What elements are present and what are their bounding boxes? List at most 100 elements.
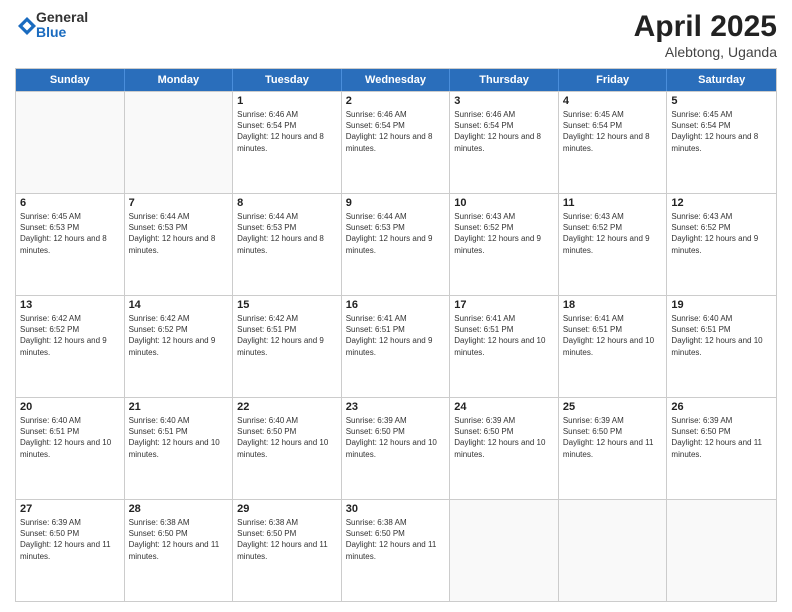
calendar-cell: 3 Sunrise: 6:46 AM Sunset: 6:54 PM Daylig… [450, 92, 559, 193]
logo-general-text: General [36, 10, 88, 25]
day-number: 20 [20, 401, 120, 413]
calendar-cell [16, 92, 125, 193]
calendar-cell: 30 Sunrise: 6:38 AM Sunset: 6:50 PM Dayli… [342, 500, 451, 601]
calendar-cell: 21 Sunrise: 6:40 AM Sunset: 6:51 PM Dayli… [125, 398, 234, 499]
day-number: 16 [346, 299, 446, 311]
sun-info: Sunrise: 6:41 AM Sunset: 6:51 PM Dayligh… [346, 313, 446, 358]
calendar-cell: 26 Sunrise: 6:39 AM Sunset: 6:50 PM Dayli… [667, 398, 776, 499]
calendar-cell: 17 Sunrise: 6:41 AM Sunset: 6:51 PM Dayli… [450, 296, 559, 397]
month-title: April 2025 [634, 10, 777, 44]
calendar-cell: 13Sunrise: 6:42 AM Sunset: 6:52 PM Dayli… [16, 296, 125, 397]
calendar-cell: 8 Sunrise: 6:44 AM Sunset: 6:53 PM Daylig… [233, 194, 342, 295]
sun-info: Sunrise: 6:46 AM Sunset: 6:54 PM Dayligh… [237, 109, 337, 154]
calendar-cell [667, 500, 776, 601]
sun-info: Sunrise: 6:43 AM Sunset: 6:52 PM Dayligh… [671, 211, 772, 256]
day-number: 18 [563, 299, 663, 311]
day-number: 12 [671, 197, 772, 209]
calendar-cell: 11Sunrise: 6:43 AM Sunset: 6:52 PM Dayli… [559, 194, 668, 295]
day-number: 21 [129, 401, 229, 413]
header-day-tuesday: Tuesday [233, 69, 342, 91]
sun-info: Sunrise: 6:40 AM Sunset: 6:51 PM Dayligh… [671, 313, 772, 358]
day-number: 15 [237, 299, 337, 311]
calendar: SundayMondayTuesdayWednesdayThursdayFrid… [15, 68, 777, 602]
calendar-cell: 15 Sunrise: 6:42 AM Sunset: 6:51 PM Dayli… [233, 296, 342, 397]
header-day-thursday: Thursday [450, 69, 559, 91]
calendar-cell: 4Sunrise: 6:45 AM Sunset: 6:54 PM Daylig… [559, 92, 668, 193]
page: General Blue April 2025 Alebtong, Uganda… [0, 0, 792, 612]
sun-info: Sunrise: 6:41 AM Sunset: 6:51 PM Dayligh… [454, 313, 554, 358]
sun-info: Sunrise: 6:41 AM Sunset: 6:51 PM Dayligh… [563, 313, 663, 358]
sun-info: Sunrise: 6:40 AM Sunset: 6:51 PM Dayligh… [129, 415, 229, 460]
day-number: 3 [454, 95, 554, 107]
calendar-cell: 29 Sunrise: 6:38 AM Sunset: 6:50 PM Dayli… [233, 500, 342, 601]
sun-info: Sunrise: 6:38 AM Sunset: 6:50 PM Dayligh… [129, 517, 229, 562]
calendar-week-5: 27Sunrise: 6:39 AM Sunset: 6:50 PM Dayli… [16, 499, 776, 601]
calendar-cell: 18 Sunrise: 6:41 AM Sunset: 6:51 PM Dayli… [559, 296, 668, 397]
day-number: 1 [237, 95, 337, 107]
sun-info: Sunrise: 6:45 AM Sunset: 6:54 PM Dayligh… [671, 109, 772, 154]
day-number: 13 [20, 299, 120, 311]
calendar-week-3: 13 Sunrise: 6:42 AM Sunset: 6:52 PM Dayli… [16, 295, 776, 397]
sun-info: Sunrise: 6:40 AM Sunset: 6:51 PM Dayligh… [20, 415, 120, 460]
calendar-body: 1 Sunrise: 6:46 AM Sunset: 6:54 PM Daylig… [16, 91, 776, 601]
day-number: 23 [346, 401, 446, 413]
day-number: 7 [129, 197, 229, 209]
day-number: 14 [129, 299, 229, 311]
day-number: 29 [237, 503, 337, 515]
sun-info: Sunrise: 6:46 AM Sunset: 6:54 PM Dayligh… [454, 109, 554, 154]
header: General Blue April 2025 Alebtong, Uganda [15, 10, 777, 60]
calendar-cell [559, 500, 668, 601]
calendar-cell: 20 Sunrise: 6:40 AM Sunset: 6:51 PM Dayli… [16, 398, 125, 499]
day-number: 8 [237, 197, 337, 209]
header-day-saturday: Saturday [667, 69, 776, 91]
location-title: Alebtong, Uganda [634, 44, 777, 60]
calendar-cell: 6 Sunrise: 6:45 AM Sunset: 6:53 PM Daylig… [16, 194, 125, 295]
day-number: 5 [671, 95, 772, 107]
logo: General Blue [15, 10, 88, 41]
sun-info: Sunrise: 6:39 AM Sunset: 6:50 PM Dayligh… [454, 415, 554, 460]
calendar-cell: 22 Sunrise: 6:40 AM Sunset: 6:50 PM Dayli… [233, 398, 342, 499]
calendar-cell: 23 Sunrise: 6:39 AM Sunset: 6:50 PM Dayli… [342, 398, 451, 499]
sun-info: Sunrise: 6:38 AM Sunset: 6:50 PM Dayligh… [346, 517, 446, 562]
sun-info: Sunrise: 6:42 AM Sunset: 6:52 PM Dayligh… [129, 313, 229, 358]
calendar-cell: 5 Sunrise: 6:45 AM Sunset: 6:54 PM Daylig… [667, 92, 776, 193]
logo-icon [18, 17, 36, 35]
calendar-cell: 19 Sunrise: 6:40 AM Sunset: 6:51 PM Dayli… [667, 296, 776, 397]
calendar-cell: 10Sunrise: 6:43 AM Sunset: 6:52 PM Dayli… [450, 194, 559, 295]
day-number: 2 [346, 95, 446, 107]
day-number: 9 [346, 197, 446, 209]
calendar-cell: 28 Sunrise: 6:38 AM Sunset: 6:50 PM Dayli… [125, 500, 234, 601]
header-day-monday: Monday [125, 69, 234, 91]
calendar-cell: 2 Sunrise: 6:46 AM Sunset: 6:54 PM Daylig… [342, 92, 451, 193]
sun-info: Sunrise: 6:39 AM Sunset: 6:50 PM Dayligh… [346, 415, 446, 460]
day-number: 19 [671, 299, 772, 311]
sun-info: Sunrise: 6:44 AM Sunset: 6:53 PM Dayligh… [129, 211, 229, 256]
sun-info: Sunrise: 6:42 AM Sunset: 6:51 PM Dayligh… [237, 313, 337, 358]
sun-info: Sunrise: 6:45 AM Sunset: 6:53 PM Dayligh… [20, 211, 120, 256]
sun-info: Sunrise: 6:40 AM Sunset: 6:50 PM Dayligh… [237, 415, 337, 460]
day-number: 26 [671, 401, 772, 413]
sun-info: Sunrise: 6:39 AM Sunset: 6:50 PM Dayligh… [20, 517, 120, 562]
calendar-header-row: SundayMondayTuesdayWednesdayThursdayFrid… [16, 69, 776, 91]
calendar-cell [125, 92, 234, 193]
calendar-cell: 25Sunrise: 6:39 AM Sunset: 6:50 PM Dayli… [559, 398, 668, 499]
calendar-cell: 9Sunrise: 6:44 AM Sunset: 6:53 PM Daylig… [342, 194, 451, 295]
header-day-sunday: Sunday [16, 69, 125, 91]
day-number: 6 [20, 197, 120, 209]
sun-info: Sunrise: 6:44 AM Sunset: 6:53 PM Dayligh… [237, 211, 337, 256]
day-number: 28 [129, 503, 229, 515]
logo-text: General Blue [36, 10, 88, 41]
day-number: 30 [346, 503, 446, 515]
calendar-cell: 16 Sunrise: 6:41 AM Sunset: 6:51 PM Dayli… [342, 296, 451, 397]
day-number: 17 [454, 299, 554, 311]
sun-info: Sunrise: 6:46 AM Sunset: 6:54 PM Dayligh… [346, 109, 446, 154]
header-day-friday: Friday [559, 69, 668, 91]
calendar-week-1: 1 Sunrise: 6:46 AM Sunset: 6:54 PM Daylig… [16, 91, 776, 193]
sun-info: Sunrise: 6:38 AM Sunset: 6:50 PM Dayligh… [237, 517, 337, 562]
sun-info: Sunrise: 6:43 AM Sunset: 6:52 PM Dayligh… [454, 211, 554, 256]
header-day-wednesday: Wednesday [342, 69, 451, 91]
sun-info: Sunrise: 6:39 AM Sunset: 6:50 PM Dayligh… [671, 415, 772, 460]
day-number: 25 [563, 401, 663, 413]
day-number: 22 [237, 401, 337, 413]
sun-info: Sunrise: 6:45 AM Sunset: 6:54 PM Dayligh… [563, 109, 663, 154]
